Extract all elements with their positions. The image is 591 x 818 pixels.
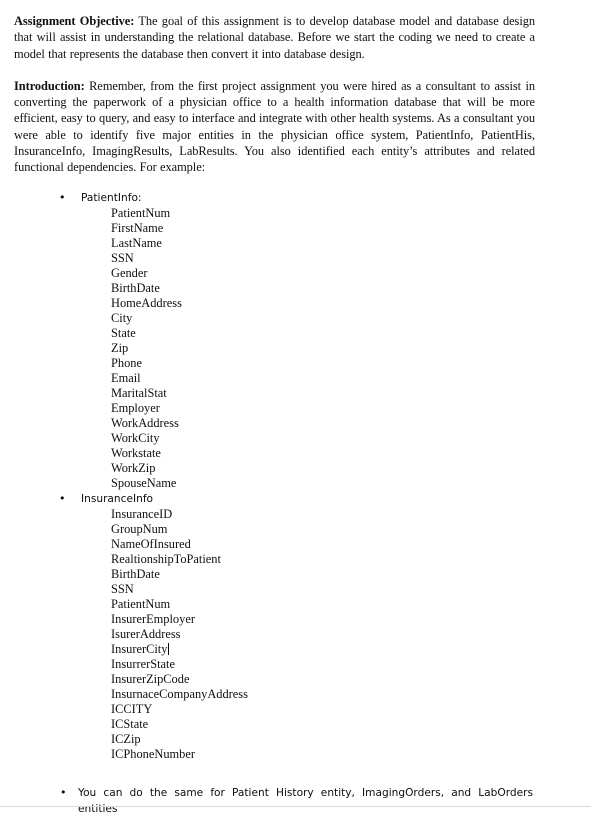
attribute-list-insuranceinfo: InsuranceID GroupNum NameOfInsured Realt… [81, 507, 535, 762]
attribute-item: SSN [111, 581, 134, 596]
document-page: Assignment Objective: The goal of this a… [0, 0, 591, 815]
attribute-item: ICZip [111, 731, 141, 746]
attribute-item: InsurerZipCode [111, 671, 190, 686]
attribute-item: ICState [111, 716, 149, 731]
attribute-item: GroupNum [111, 521, 168, 536]
attribute-item: PatientNum [111, 205, 171, 220]
entity-block-patientinfo: • PatientInfo: PatientNum FirstName Last… [14, 190, 535, 491]
attribute-list-patientinfo: PatientNum FirstName LastName SSN Gender… [81, 206, 535, 491]
final-bullet-text: You can do the same for Patient History … [78, 786, 533, 816]
bullet-row-patientinfo: • PatientInfo: PatientNum FirstName Last… [14, 190, 535, 491]
attribute-item: InsuranceID [111, 506, 173, 521]
attribute-item: Gender [111, 265, 148, 280]
attribute-item: ICCITY [111, 701, 153, 716]
attribute-item: SpouseName [111, 475, 177, 490]
bullet-icon: • [60, 785, 67, 799]
entity-name-patientinfo: PatientInfo: [81, 191, 142, 204]
attribute-item: State [111, 325, 136, 340]
assignment-objective-heading: Assignment Objective: [14, 14, 135, 28]
attribute-item: ICPhoneNumber [111, 746, 195, 761]
attribute-item: RealtionshipToPatient [111, 551, 221, 566]
final-bullet-block: • You can do the same for Patient Histor… [14, 785, 535, 818]
attribute-item: City [111, 310, 133, 325]
bullet-row-insuranceinfo: • InsuranceInfo InsuranceID GroupNum Nam… [14, 491, 535, 762]
attribute-item: FirstName [111, 220, 164, 235]
attribute-item: SSN [111, 250, 134, 265]
attribute-item: WorkZip [111, 460, 156, 475]
attribute-item: BirthDate [111, 566, 160, 581]
attribute-item: LastName [111, 235, 162, 250]
attribute-item: HomeAddress [111, 295, 182, 310]
attribute-item: Email [111, 370, 141, 385]
attribute-item: Phone [111, 355, 142, 370]
attribute-item: InsurnaceCompanyAddress [111, 686, 248, 701]
entity-name-insuranceinfo: InsuranceInfo [81, 492, 154, 505]
bullet-row-final: • You can do the same for Patient Histor… [14, 785, 535, 818]
attribute-item: IsurerAddress [111, 626, 181, 641]
attribute-item: InsurrerState [111, 656, 175, 671]
introduction-heading: Introduction: [14, 78, 85, 93]
attribute-item: NameOfInsured [111, 536, 191, 551]
introduction-text: Remember, from the first project assignm… [14, 78, 535, 175]
bullet-icon: • [59, 491, 66, 505]
attribute-item: WorkCity [111, 430, 160, 445]
attribute-item: InsurerEmployer [111, 611, 195, 626]
entity-block-insuranceinfo: • InsuranceInfo InsuranceID GroupNum Nam… [14, 491, 535, 762]
attribute-item: MaritalStat [111, 385, 167, 400]
attribute-item: Zip [111, 340, 129, 355]
attribute-item: Workstate [111, 445, 161, 460]
attribute-item: BirthDate [111, 280, 160, 295]
assignment-objective-paragraph: Assignment Objective: The goal of this a… [14, 13, 535, 62]
footer-divider [0, 806, 591, 807]
attribute-item: PatientNum [111, 596, 171, 611]
attribute-item: Employer [111, 400, 160, 415]
attribute-item-with-text-cursor[interactable]: InsurerCity [111, 642, 535, 657]
introduction-paragraph: Introduction: Remember, from the first p… [14, 78, 535, 176]
attribute-item: WorkAddress [111, 415, 179, 430]
bullet-icon: • [59, 190, 66, 204]
